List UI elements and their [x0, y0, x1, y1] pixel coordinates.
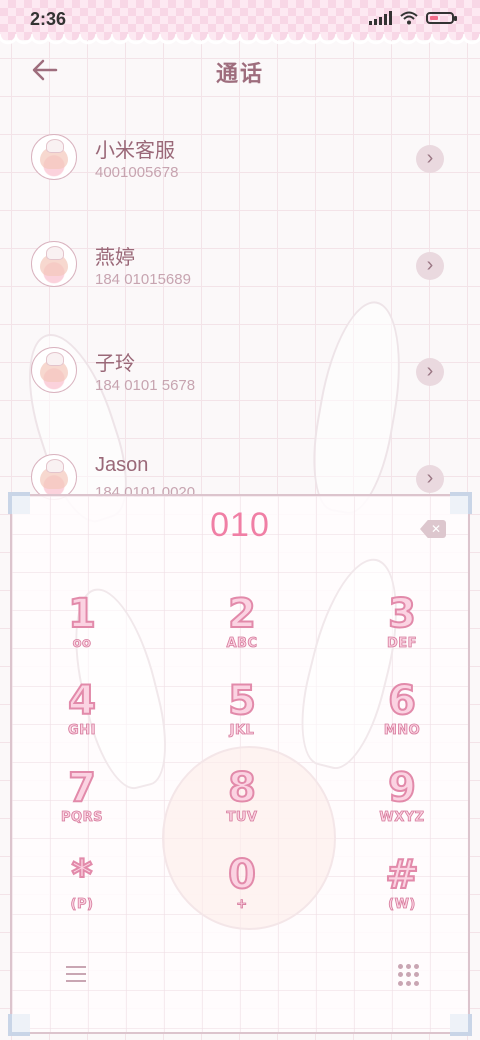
- dial-input-display[interactable]: 010: [12, 506, 468, 545]
- chevron-right-icon[interactable]: ›: [416, 358, 444, 386]
- avatar: [31, 241, 77, 287]
- key-digit: 5: [227, 678, 257, 724]
- key-digit: *: [71, 852, 94, 898]
- wifi-icon: [400, 11, 418, 25]
- key-digit: 9: [387, 765, 417, 811]
- contact-number: 184 0101 5678: [95, 377, 196, 394]
- status-bar: 2:36: [0, 0, 480, 46]
- key-3[interactable]: 3 DEF: [357, 591, 447, 672]
- key-2[interactable]: 2 ABC: [197, 591, 287, 672]
- key-8[interactable]: 8 TUV: [197, 765, 287, 846]
- key-5[interactable]: 5 JKL: [197, 678, 287, 759]
- key-digit: 0: [227, 852, 257, 898]
- key-letters: +: [236, 897, 248, 913]
- signal-icon: [369, 11, 392, 25]
- contact-name: 燕婷: [95, 247, 135, 269]
- key-letters: PQRS: [61, 810, 103, 826]
- key-7[interactable]: 7 PQRS: [37, 765, 127, 846]
- avatar: [31, 347, 77, 393]
- menu-icon[interactable]: [66, 966, 86, 982]
- chevron-right-icon[interactable]: ›: [416, 252, 444, 280]
- avatar: [31, 134, 77, 180]
- chevron-right-icon[interactable]: ›: [416, 145, 444, 173]
- keypad-toggle-icon[interactable]: [398, 964, 420, 986]
- chevron-right-icon[interactable]: ›: [416, 465, 444, 493]
- frame-corner: [8, 1014, 30, 1036]
- key-letters: TUV: [226, 810, 258, 826]
- key-letters: (W): [388, 897, 416, 913]
- key-letters: MNO: [383, 723, 421, 739]
- page-title: 通话: [215, 61, 264, 86]
- voicemail-icon: oo: [72, 636, 92, 652]
- key-4[interactable]: 4 GHI: [37, 678, 127, 759]
- key-0[interactable]: 0 +: [197, 852, 287, 933]
- contact-item[interactable]: 燕婷 184 01015689 ›: [0, 217, 480, 307]
- contact-name: 子玲: [95, 353, 135, 375]
- key-6[interactable]: 6 MNO: [357, 678, 447, 759]
- key-letters: JKL: [229, 723, 255, 739]
- key-digit: 6: [387, 678, 417, 724]
- key-digit: 8: [227, 765, 257, 811]
- key-letters: (P): [70, 897, 94, 913]
- contact-item[interactable]: 小米客服 4001005678 ›: [0, 110, 480, 200]
- key-digit: 2: [227, 591, 257, 637]
- key-digit: 1: [67, 591, 97, 637]
- key-letters: ABC: [226, 636, 258, 652]
- key-star[interactable]: * (P): [37, 852, 127, 933]
- key-letters: GHI: [68, 723, 96, 739]
- contact-name: 小米客服: [95, 140, 175, 162]
- contact-number: 4001005678: [95, 164, 179, 181]
- key-1[interactable]: 1 oo: [37, 591, 127, 672]
- system-icons: [369, 11, 457, 25]
- battery-icon: [426, 12, 457, 24]
- contact-name: Jason: [95, 454, 149, 476]
- key-9[interactable]: 9 WXYZ: [357, 765, 447, 846]
- contact-item[interactable]: 子玲 184 0101 5678 ›: [0, 323, 480, 413]
- frame-corner: [450, 1014, 472, 1036]
- key-digit: 7: [67, 765, 97, 811]
- key-letters: WXYZ: [379, 810, 425, 826]
- key-letters: DEF: [386, 636, 418, 652]
- contact-number: 184 01015689: [95, 271, 191, 288]
- key-hash[interactable]: # (W): [357, 852, 447, 933]
- key-digit: 3: [387, 591, 417, 637]
- key-digit: 4: [67, 678, 97, 724]
- status-time: 2:36: [30, 9, 67, 29]
- key-digit: #: [384, 852, 420, 898]
- dialer-panel: 010 ✕ 1 oo 2 ABC 3 DEF 4 GHI 5 JKL 6 MNO…: [8, 492, 472, 1036]
